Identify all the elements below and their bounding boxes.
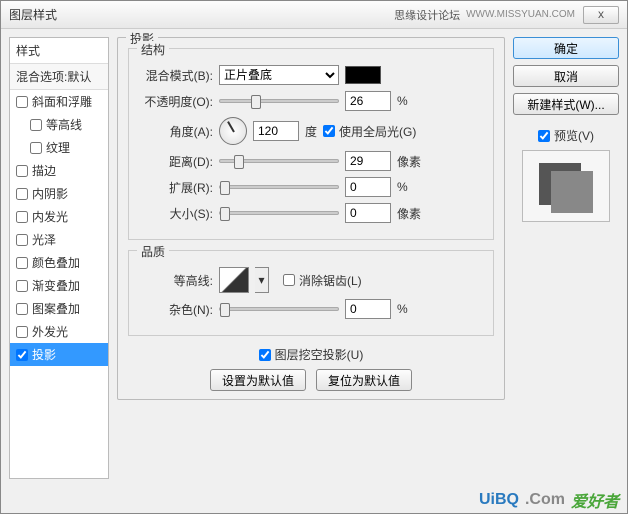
blend-mode-select[interactable]: 正片叠底 [219, 65, 339, 85]
antialias-input[interactable] [283, 274, 295, 286]
sidebar-item[interactable]: 图案叠加 [10, 297, 108, 320]
structure-subgroup: 结构 混合模式(B): 正片叠底 不透明度(O): % [128, 48, 494, 240]
styles-sidebar: 样式 混合选项:默认 斜面和浮雕等高线纹理描边内阴影内发光光泽颜色叠加渐变叠加图… [9, 37, 109, 479]
close-button[interactable]: x [583, 6, 619, 24]
reset-default-button[interactable]: 复位为默认值 [316, 369, 412, 391]
noise-unit: % [397, 302, 408, 316]
contour-picker[interactable] [219, 267, 249, 293]
opacity-label: 不透明度(O): [139, 93, 213, 110]
sidebar-item-label: 内发光 [32, 208, 68, 225]
sidebar-item-label: 图案叠加 [32, 300, 80, 317]
noise-input[interactable] [345, 299, 391, 319]
distance-label: 距离(D): [139, 153, 213, 170]
sidebar-blend-options[interactable]: 混合选项:默认 [10, 64, 108, 90]
sidebar-item-checkbox[interactable] [16, 280, 28, 292]
titlebar-watermark: 思缘设计论坛 [394, 7, 460, 23]
distance-slider[interactable] [219, 159, 339, 163]
sidebar-item-label: 斜面和浮雕 [32, 93, 92, 110]
sidebar-item[interactable]: 颜色叠加 [10, 251, 108, 274]
spread-unit: % [397, 180, 408, 194]
size-unit: 像素 [397, 205, 421, 222]
global-light-checkbox[interactable]: 使用全局光(G) [323, 123, 416, 140]
titlebar-url: WWW.MISSYUAN.COM [466, 9, 575, 20]
contour-dropdown-icon[interactable]: ▾ [255, 267, 269, 293]
knockout-input[interactable] [259, 349, 271, 361]
knockout-checkbox[interactable]: 图层挖空投影(U) [259, 346, 364, 363]
spread-slider[interactable] [219, 185, 339, 189]
global-light-input[interactable] [323, 125, 335, 137]
sidebar-item-checkbox[interactable] [30, 142, 42, 154]
sidebar-item-checkbox[interactable] [16, 303, 28, 315]
angle-input[interactable] [253, 121, 299, 141]
sidebar-item[interactable]: 描边 [10, 159, 108, 182]
drop-shadow-group: 投影 结构 混合模式(B): 正片叠底 不透明度(O): % [117, 37, 505, 400]
window-title: 图层样式 [9, 6, 57, 23]
sidebar-item[interactable]: 内阴影 [10, 182, 108, 205]
distance-input[interactable] [345, 151, 391, 171]
spread-input[interactable] [345, 177, 391, 197]
quality-title: 品质 [137, 243, 169, 260]
size-input[interactable] [345, 203, 391, 223]
size-slider[interactable] [219, 211, 339, 215]
sidebar-item[interactable]: 渐变叠加 [10, 274, 108, 297]
sidebar-item-label: 等高线 [46, 116, 82, 133]
right-column: 确定 取消 新建样式(W)... 预览(V) [513, 37, 619, 479]
blend-mode-label: 混合模式(B): [139, 67, 213, 84]
shadow-color-swatch[interactable] [345, 66, 381, 84]
sidebar-item-checkbox[interactable] [16, 257, 28, 269]
main-panel: 投影 结构 混合模式(B): 正片叠底 不透明度(O): % [117, 37, 505, 479]
sidebar-item[interactable]: 纹理 [10, 136, 108, 159]
opacity-input[interactable] [345, 91, 391, 111]
sidebar-item-label: 光泽 [32, 231, 56, 248]
preview-checkbox[interactable]: 预览(V) [513, 127, 619, 144]
sidebar-item-label: 渐变叠加 [32, 277, 80, 294]
sidebar-item-checkbox[interactable] [16, 349, 28, 361]
antialias-checkbox[interactable]: 消除锯齿(L) [283, 272, 362, 289]
sidebar-item-label: 颜色叠加 [32, 254, 80, 271]
sidebar-item-checkbox[interactable] [16, 326, 28, 338]
layer-style-dialog: 图层样式 思缘设计论坛 WWW.MISSYUAN.COM x 样式 混合选项:默… [0, 0, 628, 514]
sidebar-item[interactable]: 光泽 [10, 228, 108, 251]
sidebar-item-label: 内阴影 [32, 185, 68, 202]
noise-label: 杂色(N): [139, 301, 213, 318]
sidebar-item-label: 纹理 [46, 139, 70, 156]
angle-label: 角度(A): [139, 123, 213, 140]
sidebar-item-checkbox[interactable] [16, 188, 28, 200]
sidebar-item-label: 投影 [32, 346, 56, 363]
sidebar-item-label: 外发光 [32, 323, 68, 340]
footer-watermark: UiBQ .Com 爱好者 [1, 487, 627, 513]
angle-dial[interactable] [219, 117, 247, 145]
sidebar-item-checkbox[interactable] [16, 96, 28, 108]
sidebar-header: 样式 [10, 38, 108, 64]
make-default-button[interactable]: 设置为默认值 [210, 369, 306, 391]
sidebar-item-checkbox[interactable] [16, 234, 28, 246]
sidebar-item-label: 描边 [32, 162, 56, 179]
quality-subgroup: 品质 等高线: ▾ 消除锯齿(L) 杂色(N): [128, 250, 494, 336]
distance-unit: 像素 [397, 153, 421, 170]
sidebar-item[interactable]: 内发光 [10, 205, 108, 228]
titlebar: 图层样式 思缘设计论坛 WWW.MISSYUAN.COM x [1, 1, 627, 29]
preview-canvas [522, 150, 610, 222]
noise-slider[interactable] [219, 307, 339, 311]
sidebar-item[interactable]: 投影 [10, 343, 108, 366]
ok-button[interactable]: 确定 [513, 37, 619, 59]
spread-label: 扩展(R): [139, 179, 213, 196]
sidebar-item[interactable]: 外发光 [10, 320, 108, 343]
preview-section: 预览(V) [513, 127, 619, 222]
opacity-unit: % [397, 94, 408, 108]
sidebar-item-checkbox[interactable] [16, 165, 28, 177]
sidebar-item[interactable]: 斜面和浮雕 [10, 90, 108, 113]
sidebar-item-checkbox[interactable] [16, 211, 28, 223]
sidebar-item-checkbox[interactable] [30, 119, 42, 131]
angle-unit: 度 [305, 123, 317, 140]
size-label: 大小(S): [139, 205, 213, 222]
new-style-button[interactable]: 新建样式(W)... [513, 93, 619, 115]
cancel-button[interactable]: 取消 [513, 65, 619, 87]
sidebar-item[interactable]: 等高线 [10, 113, 108, 136]
preview-input[interactable] [538, 130, 550, 142]
structure-title: 结构 [137, 41, 169, 58]
contour-label: 等高线: [139, 272, 213, 289]
opacity-slider[interactable] [219, 99, 339, 103]
